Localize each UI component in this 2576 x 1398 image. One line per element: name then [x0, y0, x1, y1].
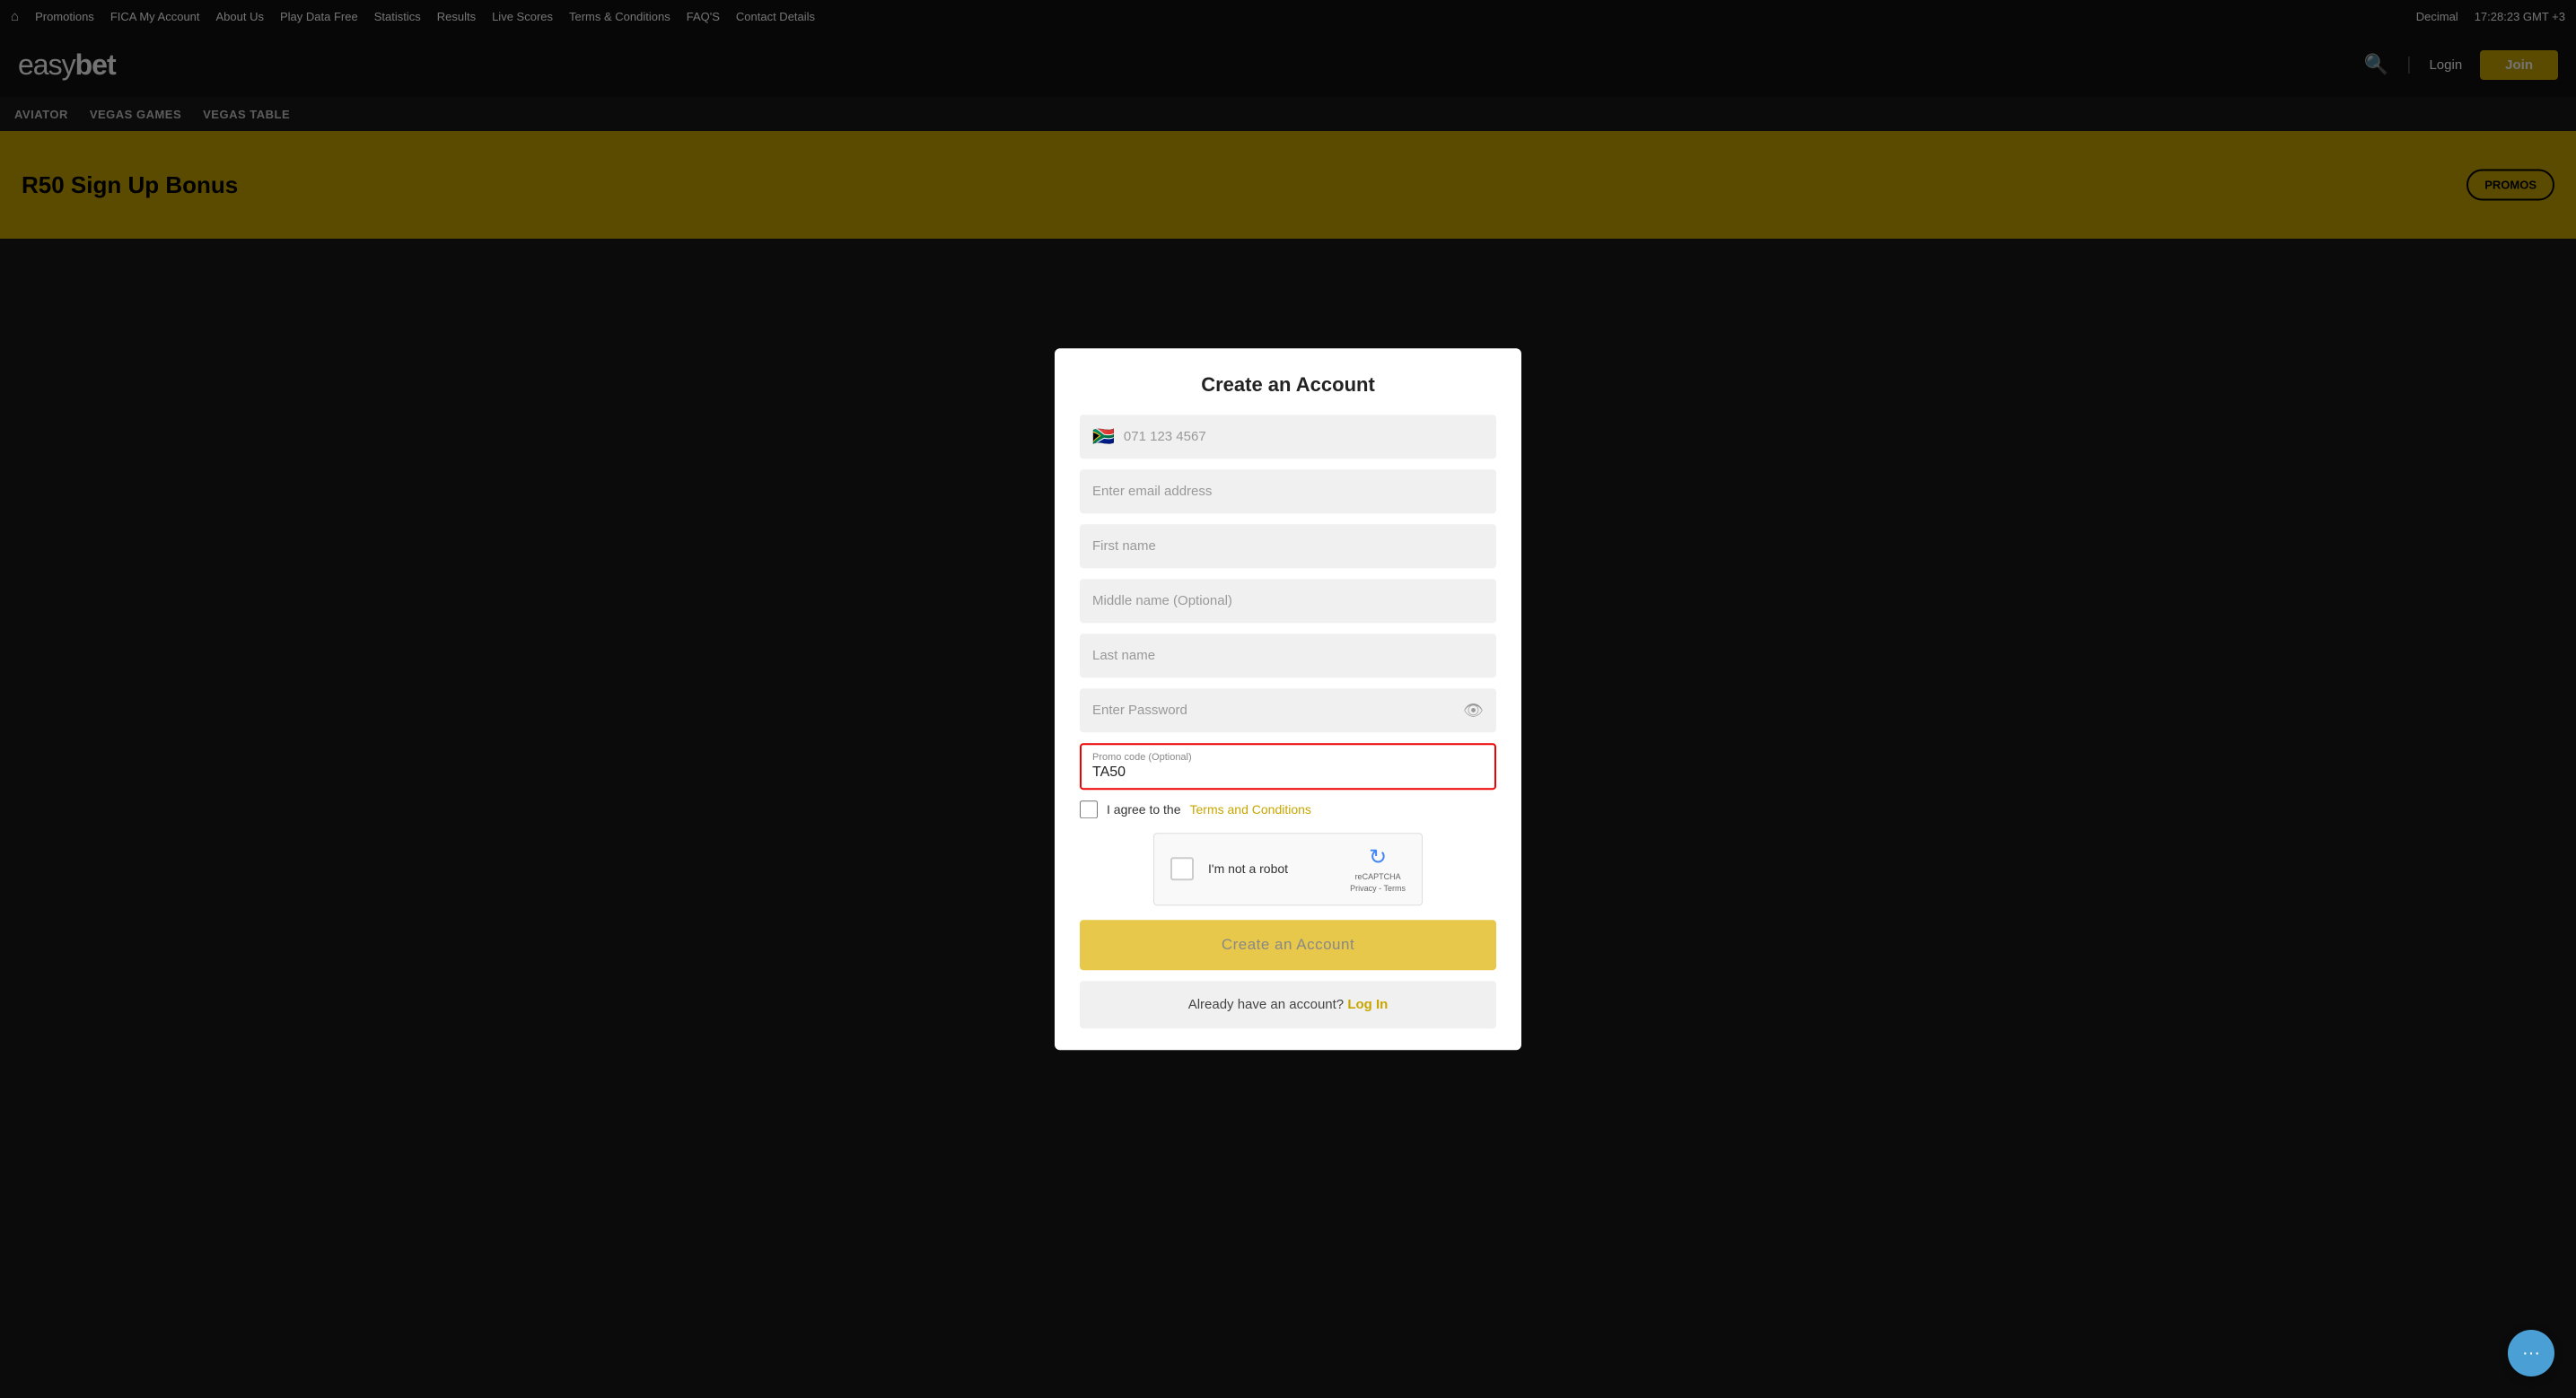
password-field-wrapper: 👁	[1080, 688, 1496, 732]
terms-checkbox[interactable]	[1080, 800, 1098, 818]
recaptcha-label: I'm not a robot	[1208, 862, 1336, 877]
recaptcha-logo: ↻ reCAPTCHA Privacy - Terms	[1350, 844, 1406, 894]
recaptcha-checkbox[interactable]	[1170, 858, 1194, 881]
already-have-account-row: Already have an account? Log In	[1080, 981, 1496, 1028]
firstname-input[interactable]	[1080, 524, 1496, 568]
lastname-field-wrapper	[1080, 633, 1496, 677]
password-input[interactable]	[1080, 688, 1496, 732]
lastname-input[interactable]	[1080, 633, 1496, 677]
recaptcha-sub: Privacy - Terms	[1350, 884, 1406, 894]
promo-field-wrapper: Promo code (Optional)	[1080, 743, 1496, 790]
log-in-link[interactable]: Log In	[1347, 997, 1388, 1012]
recaptcha-box[interactable]: I'm not a robot ↻ reCAPTCHA Privacy - Te…	[1153, 833, 1423, 905]
middlename-field-wrapper	[1080, 579, 1496, 623]
promo-label: Promo code (Optional)	[1092, 752, 1484, 763]
create-account-modal: Create an Account 🇿🇦 👁 Promo code (Optio…	[1055, 348, 1521, 1050]
terms-text: I agree to the	[1107, 802, 1181, 817]
promo-input[interactable]	[1092, 765, 1484, 781]
already-text: Already have an account?	[1188, 997, 1344, 1012]
email-field-wrapper	[1080, 469, 1496, 513]
chat-bubble[interactable]: ···	[2508, 1330, 2554, 1376]
phone-field: 🇿🇦	[1080, 415, 1496, 459]
chat-icon: ···	[2522, 1343, 2540, 1364]
sa-flag-icon: 🇿🇦	[1092, 425, 1115, 448]
modal-title: Create an Account	[1080, 373, 1496, 397]
recaptcha-wrapper: I'm not a robot ↻ reCAPTCHA Privacy - Te…	[1080, 833, 1496, 905]
email-input[interactable]	[1080, 469, 1496, 513]
terms-conditions-link[interactable]: Terms and Conditions	[1190, 802, 1311, 817]
create-account-button[interactable]: Create an Account	[1080, 920, 1496, 970]
firstname-field-wrapper	[1080, 524, 1496, 568]
phone-input[interactable]	[1124, 415, 1484, 459]
middlename-input[interactable]	[1080, 579, 1496, 623]
recaptcha-brand: reCAPTCHA	[1355, 872, 1401, 882]
terms-row: I agree to the Terms and Conditions	[1080, 800, 1496, 818]
recaptcha-icon: ↻	[1369, 844, 1387, 870]
password-toggle-icon[interactable]: 👁	[1463, 701, 1484, 720]
